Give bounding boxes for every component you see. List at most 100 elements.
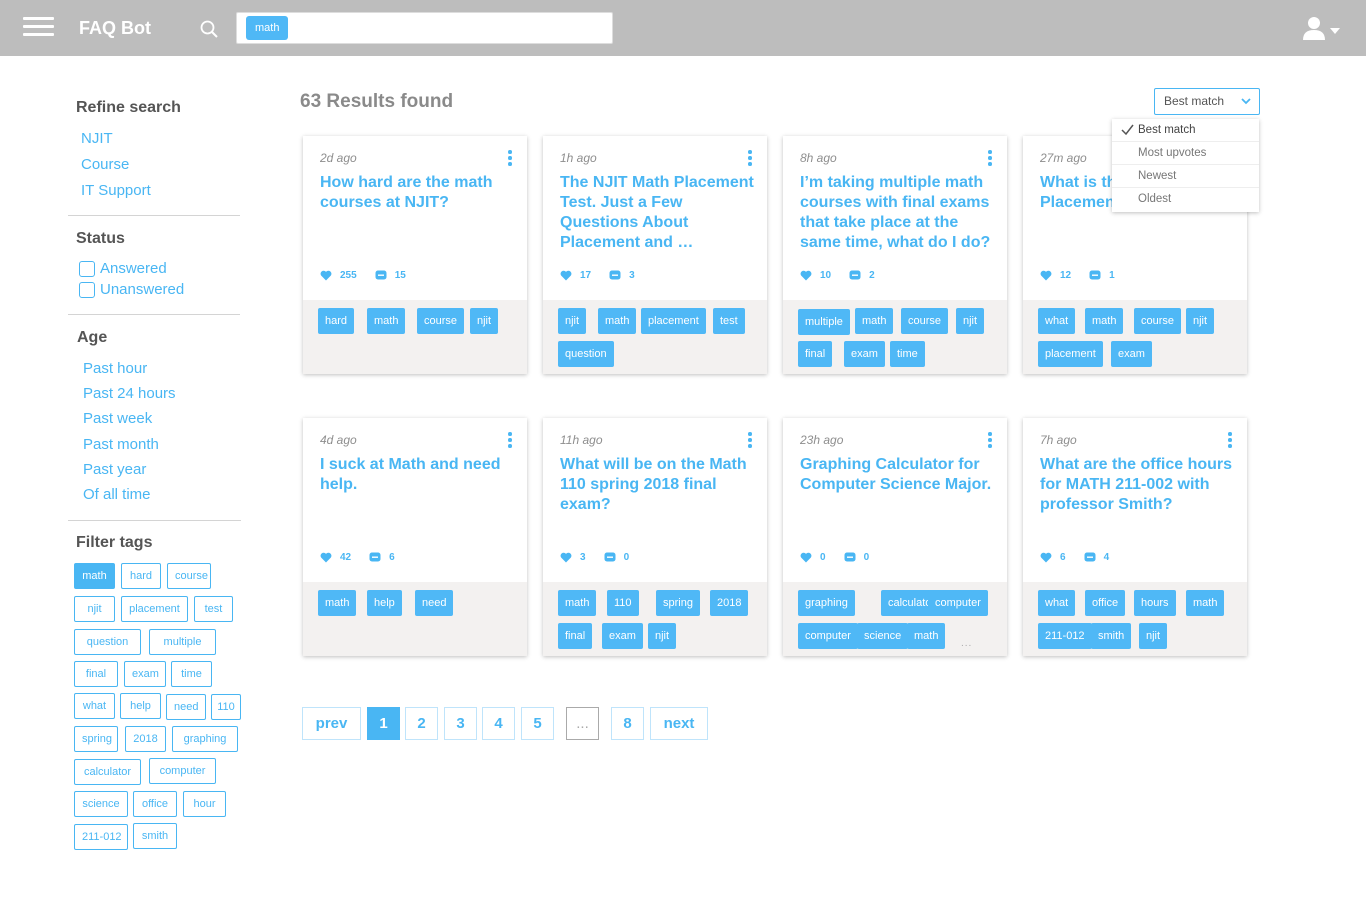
- filter-tag[interactable]: hard: [121, 563, 161, 589]
- hamburger-menu-icon[interactable]: [23, 17, 54, 37]
- card-title[interactable]: The NJIT Math Placement Test. Just a Few…: [560, 173, 756, 253]
- card-title[interactable]: Graphing Calculator for Computer Science…: [800, 455, 1000, 495]
- filter-tag[interactable]: test: [194, 596, 233, 622]
- card-tag[interactable]: math: [1085, 308, 1124, 334]
- sort-dropdown[interactable]: Best match: [1154, 88, 1260, 115]
- card-tag[interactable]: question: [558, 341, 614, 367]
- more-options-icon[interactable]: [987, 150, 993, 168]
- card-tag[interactable]: math: [318, 590, 357, 616]
- card-tag[interactable]: computer: [798, 623, 858, 649]
- card-tag[interactable]: math: [855, 308, 894, 334]
- more-options-icon[interactable]: [987, 432, 993, 450]
- filter-tag[interactable]: office: [133, 791, 177, 817]
- card-tag[interactable]: math: [598, 308, 637, 334]
- page-button[interactable]: 2: [405, 707, 438, 740]
- age-past-month[interactable]: Past month: [83, 436, 159, 453]
- card-tag[interactable]: computer: [928, 590, 988, 616]
- prev-page-button[interactable]: prev: [302, 707, 361, 740]
- card-tag[interactable]: final: [558, 623, 593, 649]
- card-tag[interactable]: njit: [648, 623, 677, 649]
- card-tag[interactable]: exam: [844, 341, 885, 367]
- card-title[interactable]: I’m taking multiple math courses with fi…: [800, 173, 996, 253]
- filter-tag[interactable]: question: [74, 629, 141, 655]
- page-button[interactable]: 4: [482, 707, 515, 740]
- question-card[interactable]: 8h ago I’m taking multiple math courses …: [783, 136, 1007, 374]
- card-tag[interactable]: exam: [1111, 341, 1152, 367]
- age-past-24-hours[interactable]: Past 24 hours: [83, 385, 176, 402]
- age-of-all-time[interactable]: Of all time: [83, 486, 151, 503]
- age-past-year[interactable]: Past year: [83, 461, 146, 478]
- age-past-hour[interactable]: Past hour: [83, 360, 147, 377]
- filter-tag[interactable]: help: [120, 693, 161, 719]
- filter-tag[interactable]: njit: [74, 596, 115, 622]
- question-card[interactable]: 23h ago Graphing Calculator for Computer…: [783, 418, 1007, 656]
- filter-tag[interactable]: hour: [183, 791, 226, 817]
- card-tag[interactable]: 211-012: [1038, 623, 1092, 649]
- question-card[interactable]: 1h ago The NJIT Math Placement Test. Jus…: [543, 136, 767, 374]
- card-tag[interactable]: test: [713, 308, 745, 334]
- more-options-icon[interactable]: [507, 150, 513, 168]
- card-tag[interactable]: smith: [1091, 623, 1132, 649]
- refine-link-njit[interactable]: NJIT: [81, 130, 113, 147]
- filter-tag[interactable]: multiple: [149, 629, 216, 655]
- status-unanswered-checkbox[interactable]: Unanswered: [79, 281, 184, 298]
- checkbox-icon[interactable]: [79, 260, 95, 277]
- card-title[interactable]: What will be on the Math 110 spring 2018…: [560, 455, 756, 515]
- card-tag[interactable]: math: [1186, 590, 1225, 616]
- card-tag[interactable]: math: [558, 590, 597, 616]
- card-tag[interactable]: final: [798, 341, 833, 367]
- page-button[interactable]: 3: [444, 707, 477, 740]
- card-title[interactable]: What is th Placemen: [1040, 173, 1120, 213]
- question-card[interactable]: 2d ago How hard are the math courses at …: [303, 136, 527, 374]
- card-tag[interactable]: hours: [1134, 590, 1176, 616]
- filter-tag[interactable]: final: [74, 661, 118, 687]
- page-button[interactable]: 5: [521, 707, 554, 740]
- sort-option-newest[interactable]: Newest: [1112, 165, 1259, 188]
- card-tag[interactable]: njit: [558, 308, 587, 334]
- card-title[interactable]: How hard are the math courses at NJIT?: [320, 173, 516, 213]
- card-tag[interactable]: what: [1038, 308, 1076, 334]
- user-account-icon[interactable]: [1303, 16, 1341, 42]
- card-tag[interactable]: science: [857, 623, 909, 649]
- filter-tag[interactable]: course: [167, 563, 211, 589]
- card-tag[interactable]: time: [890, 341, 925, 367]
- next-page-button[interactable]: next: [650, 707, 708, 740]
- filter-tag[interactable]: 2018: [125, 726, 166, 752]
- age-past-week[interactable]: Past week: [83, 410, 152, 427]
- search-chip[interactable]: math: [246, 16, 289, 40]
- card-title[interactable]: What are the office hours for MATH 211-0…: [1040, 455, 1236, 515]
- card-tag[interactable]: njit: [956, 308, 985, 334]
- filter-tag[interactable]: 211-012: [74, 824, 128, 850]
- refine-link-it-support[interactable]: IT Support: [81, 182, 151, 199]
- filter-tag[interactable]: computer: [149, 758, 216, 784]
- filter-tag[interactable]: need: [166, 694, 206, 720]
- card-tag[interactable]: course: [417, 308, 465, 334]
- card-tag[interactable]: placement: [641, 308, 706, 334]
- card-tag[interactable]: njit: [470, 308, 499, 334]
- question-card[interactable]: 4d ago I suck at Math and need help. 42 …: [303, 418, 527, 656]
- more-options-icon[interactable]: [747, 150, 753, 168]
- search-icon[interactable]: [200, 20, 218, 38]
- filter-tag[interactable]: time: [171, 661, 212, 687]
- more-options-icon[interactable]: [507, 432, 513, 450]
- filter-tag[interactable]: exam: [124, 661, 166, 687]
- card-tag[interactable]: njit: [1139, 623, 1168, 649]
- sort-option-most-upvotes[interactable]: Most upvotes: [1112, 142, 1259, 165]
- card-tag[interactable]: math: [907, 623, 946, 649]
- refine-link-course[interactable]: Course: [81, 156, 129, 173]
- sort-option-best-match[interactable]: Best match: [1112, 119, 1259, 142]
- card-tag[interactable]: exam: [602, 623, 643, 649]
- filter-tag[interactable]: smith: [133, 823, 177, 849]
- card-tag[interactable]: spring: [656, 590, 700, 616]
- card-tag[interactable]: what: [1038, 590, 1076, 616]
- filter-tag[interactable]: science: [74, 791, 128, 817]
- filter-tag[interactable]: spring: [74, 726, 118, 752]
- more-options-icon[interactable]: [747, 432, 753, 450]
- question-card[interactable]: 7h ago What are the office hours for MAT…: [1023, 418, 1247, 656]
- more-options-icon[interactable]: [1227, 432, 1233, 450]
- card-tag[interactable]: multiple: [798, 309, 850, 335]
- card-tag[interactable]: graphing: [798, 590, 855, 616]
- page-button[interactable]: 8: [611, 707, 644, 740]
- card-tag[interactable]: course: [1134, 308, 1182, 334]
- filter-tag[interactable]: what: [74, 693, 115, 719]
